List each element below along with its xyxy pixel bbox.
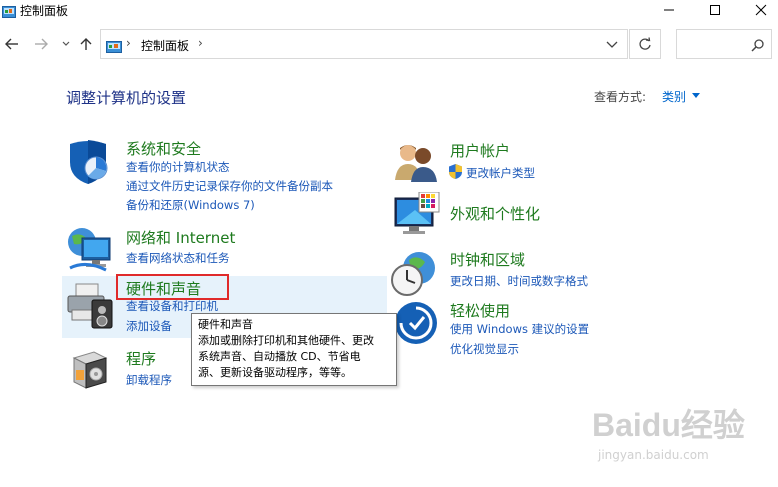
maximize-button[interactable] [692, 0, 738, 20]
minimize-icon [664, 9, 674, 11]
category-title-ease-of-access[interactable]: 轻松使用 [450, 300, 510, 321]
view-by-dropdown[interactable]: 类别 [662, 88, 686, 105]
tooltip-line: 添加或删除打印机和其他硬件、更改 [198, 334, 374, 347]
close-button[interactable] [738, 0, 778, 20]
link-devices-printers[interactable]: 查看设备和打印机 [126, 298, 218, 314]
uac-shield-icon [449, 164, 462, 183]
link-change-account-type[interactable]: 更改帐户类型 [466, 165, 535, 181]
recent-locations-button[interactable] [56, 34, 76, 54]
clock-globe-icon[interactable] [391, 248, 439, 302]
tooltip: 硬件和声音 添加或删除打印机和其他硬件、更改 系统声音、自动播放 CD、节省电 … [191, 313, 397, 386]
link-backup-restore[interactable]: 备份和还原(Windows 7) [126, 197, 255, 213]
chevron-down-icon [606, 41, 618, 48]
address-bar[interactable]: › 控制面板 › [100, 29, 628, 59]
arrow-right-icon [35, 38, 48, 50]
watermark: Baidu经验 jingyan.baidu.com [592, 400, 762, 470]
page-title: 调整计算机的设置 [66, 89, 187, 107]
category-title-clock-region[interactable]: 时钟和区域 [450, 249, 525, 270]
category-title-network-internet[interactable]: 网络和 Internet [126, 227, 235, 248]
chevron-down-icon [62, 41, 70, 46]
network-globe-icon[interactable] [66, 224, 114, 278]
view-by-label: 查看方式: [594, 90, 647, 104]
link-optimize-display[interactable]: 优化视觉显示 [450, 341, 519, 357]
watermark-url: jingyan.baidu.com [598, 448, 709, 462]
link-file-history-backup[interactable]: 通过文件历史记录保存你的文件备份副本 [126, 178, 333, 194]
monitor-palette-icon[interactable] [393, 191, 441, 244]
category-title-programs[interactable]: 程序 [126, 348, 156, 369]
printer-speaker-icon[interactable] [66, 280, 116, 334]
window-title: 控制面板 [20, 4, 69, 18]
link-recommended-settings[interactable]: 使用 Windows 建议的设置 [450, 321, 589, 337]
close-icon [755, 4, 767, 16]
back-button[interactable] [2, 34, 22, 54]
view-by-arrow-icon[interactable] [692, 93, 700, 98]
title-bar: 控制面板 [0, 0, 778, 20]
category-title-user-accounts[interactable]: 用户帐户 [450, 140, 510, 161]
tooltip-title: 硬件和声音 [198, 318, 253, 331]
watermark-logo: Baidu经验 [592, 407, 745, 443]
refresh-icon [639, 37, 651, 50]
link-network-status[interactable]: 查看网络状态和任务 [126, 250, 230, 266]
maximize-icon [710, 5, 720, 15]
control-panel-location-icon [106, 38, 122, 53]
link-change-date-time-format[interactable]: 更改日期、时间或数字格式 [450, 273, 588, 289]
breadcrumb-control-panel[interactable]: 控制面板 [141, 37, 189, 54]
ease-of-access-icon[interactable] [393, 300, 439, 350]
tooltip-line: 系统声音、自动播放 CD、节省电 [198, 350, 361, 363]
highlight-box [116, 274, 229, 300]
users-icon[interactable] [393, 140, 439, 188]
arrow-left-icon [5, 38, 18, 50]
category-title-appearance[interactable]: 外观和个性化 [450, 203, 540, 224]
category-title-system-security[interactable]: 系统和安全 [126, 138, 201, 159]
address-dropdown-button[interactable] [605, 36, 619, 55]
link-uninstall-program[interactable]: 卸载程序 [126, 372, 172, 388]
shield-icon[interactable] [66, 138, 112, 190]
search-box[interactable] [676, 29, 772, 59]
search-icon [751, 37, 765, 56]
forward-button[interactable] [31, 34, 51, 54]
up-button[interactable] [76, 34, 96, 54]
control-panel-icon [2, 3, 16, 18]
programs-box-icon[interactable] [70, 348, 110, 396]
breadcrumb-separator-icon[interactable]: › [198, 36, 203, 50]
breadcrumb-separator-icon[interactable]: › [126, 36, 131, 50]
arrow-up-icon [80, 38, 92, 50]
minimize-button[interactable] [646, 0, 692, 20]
link-add-device[interactable]: 添加设备 [126, 318, 172, 334]
link-view-computer-status[interactable]: 查看你的计算机状态 [126, 159, 230, 175]
tooltip-line: 源、更新设备驱动程序，等等。 [198, 366, 352, 379]
refresh-button[interactable] [629, 29, 661, 59]
